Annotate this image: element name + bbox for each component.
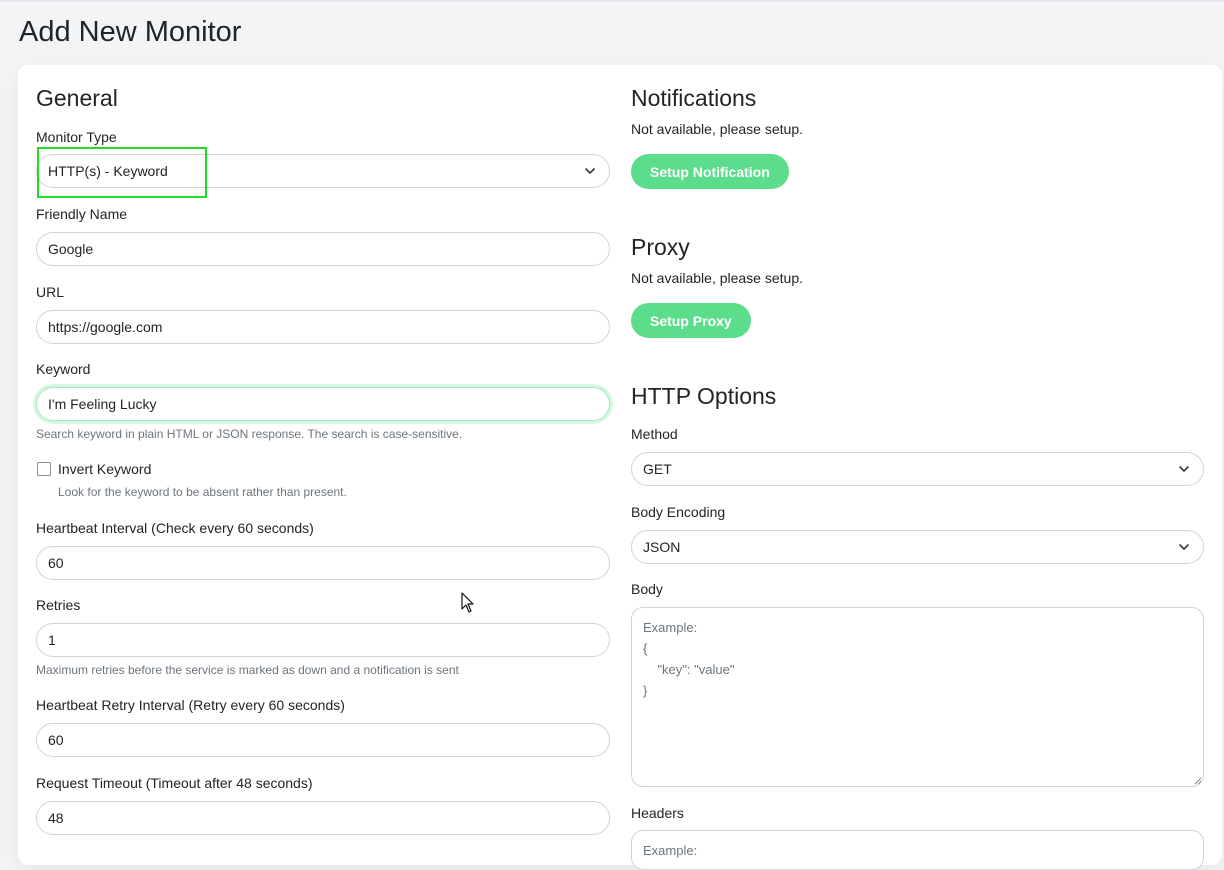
request-timeout-label: Request Timeout (Timeout after 48 second…: [36, 775, 313, 791]
body-encoding-select[interactable]: JSON: [631, 530, 1204, 564]
invert-keyword-label[interactable]: Invert Keyword: [58, 461, 151, 477]
keyword-help: Search keyword in plain HTML or JSON res…: [36, 427, 463, 441]
setup-proxy-button[interactable]: Setup Proxy: [631, 303, 751, 338]
method-select[interactable]: GET: [631, 452, 1204, 486]
notifications-note: Not available, please setup.: [631, 121, 803, 137]
body-encoding-label: Body Encoding: [631, 504, 726, 520]
heartbeat-interval-label: Heartbeat Interval (Check every 60 secon…: [36, 520, 314, 536]
invert-keyword-checkbox[interactable]: [37, 462, 51, 476]
headers-label: Headers: [631, 805, 684, 821]
friendly-name-input[interactable]: Google: [36, 232, 610, 266]
mouse-cursor-icon: [461, 592, 474, 613]
method-value: GET: [643, 461, 672, 477]
method-label: Method: [631, 426, 678, 442]
monitor-type-select[interactable]: HTTP(s) - Keyword: [36, 154, 610, 188]
url-label: URL: [36, 284, 65, 300]
proxy-note: Not available, please setup.: [631, 270, 803, 286]
url-input[interactable]: https://google.com: [36, 310, 610, 344]
general-heading: General: [36, 85, 118, 111]
setup-notification-button[interactable]: Setup Notification: [631, 154, 789, 189]
keyword-label: Keyword: [36, 361, 91, 377]
body-label: Body: [631, 581, 663, 597]
retry-interval-label: Heartbeat Retry Interval (Retry every 60…: [36, 697, 345, 713]
monitor-type-label: Monitor Type: [36, 129, 117, 145]
monitor-form-card: General Monitor Type HTTP(s) - Keyword F…: [18, 65, 1222, 870]
notifications-heading: Notifications: [631, 85, 757, 111]
body-textarea[interactable]: Example: { "key": "value" }: [631, 607, 1204, 787]
keyword-input[interactable]: I'm Feeling Lucky: [36, 387, 610, 421]
retries-label: Retries: [36, 597, 81, 613]
headers-textarea[interactable]: Example:: [631, 830, 1204, 870]
chevron-down-icon: [585, 168, 595, 174]
http-options-heading: HTTP Options: [631, 383, 777, 409]
invert-keyword-help: Look for the keyword to be absent rather…: [58, 485, 347, 499]
monitor-type-value: HTTP(s) - Keyword: [48, 163, 168, 179]
friendly-name-label: Friendly Name: [36, 206, 128, 222]
resize-handle-icon[interactable]: [1192, 775, 1202, 785]
top-border: [0, 0, 1224, 2]
retries-help: Maximum retries before the service is ma…: [36, 663, 459, 677]
retry-interval-input[interactable]: 60: [36, 723, 610, 757]
request-timeout-input[interactable]: 48: [36, 801, 610, 835]
retries-input[interactable]: 1: [36, 623, 610, 657]
body-encoding-value: JSON: [643, 539, 681, 555]
page-title: Add New Monitor: [19, 16, 242, 48]
chevron-down-icon: [1179, 544, 1189, 550]
chevron-down-icon: [1179, 466, 1189, 472]
proxy-heading: Proxy: [631, 234, 690, 260]
heartbeat-interval-input[interactable]: 60: [36, 546, 610, 580]
